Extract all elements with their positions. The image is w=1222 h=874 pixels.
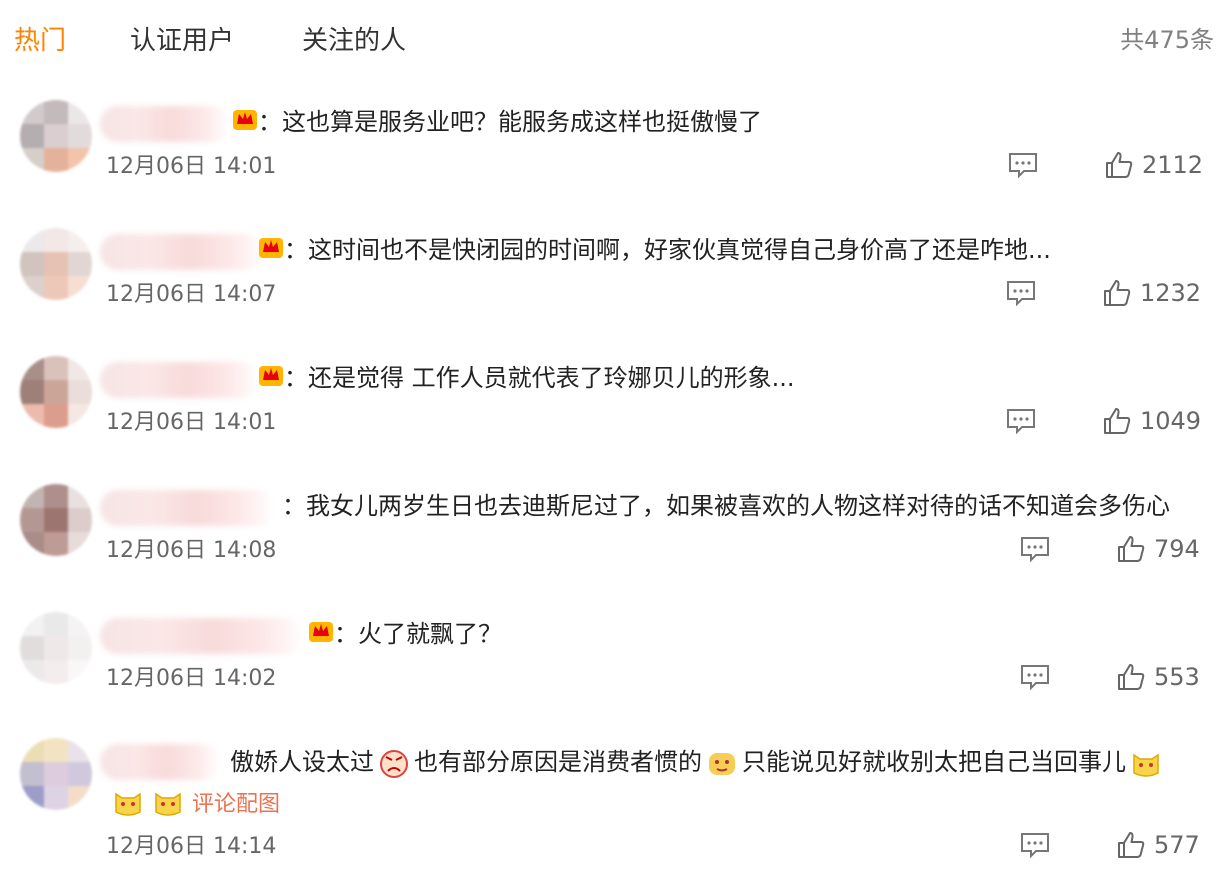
tab-hot[interactable]: 热门: [14, 20, 66, 57]
comment-text: ：还是觉得 工作人员就代表了玲娜贝儿的形象...: [284, 364, 795, 392]
like-count: 577: [1154, 831, 1200, 859]
comment-icon[interactable]: [1020, 536, 1050, 562]
comment-time: 12月06日 14:07: [106, 282, 277, 307]
comment-icon[interactable]: [1006, 408, 1036, 434]
tab-verified-users[interactable]: 认证用户: [130, 20, 234, 57]
comment-time: 12月06日 14:01: [106, 410, 277, 435]
cat-emoji-icon: [1133, 753, 1159, 777]
comment-text: ：我女儿两岁生日也去迪斯尼过了，如果被喜欢的人物这样对待的话不知道会多伤心: [282, 492, 1170, 520]
thumbs-up-icon: [1118, 536, 1145, 562]
avatar[interactable]: [20, 100, 92, 172]
like-button[interactable]: 577: [1116, 830, 1200, 860]
like-button[interactable]: 1232: [1102, 278, 1201, 308]
view-comment-image-link[interactable]: 评论配图: [192, 792, 280, 817]
like-button[interactable]: 1049: [1102, 406, 1201, 436]
comment-text-part: 傲娇人设太过: [230, 748, 374, 776]
username[interactable]: [100, 234, 265, 270]
thumbs-up-icon: [1104, 280, 1131, 306]
avatar[interactable]: [20, 484, 92, 556]
thumbs-up-icon: [1118, 832, 1145, 858]
crown-badge-icon: [309, 622, 333, 642]
avatar[interactable]: [20, 356, 92, 428]
comment-icon[interactable]: [1008, 152, 1038, 178]
username[interactable]: [100, 618, 305, 654]
like-button[interactable]: 2112: [1104, 150, 1203, 180]
like-count: 1049: [1140, 407, 1202, 435]
tab-following[interactable]: 关注的人: [302, 20, 406, 57]
comment-text-part: 也有部分原因是消费者惯的: [414, 748, 702, 776]
comment-icon[interactable]: [1020, 664, 1050, 690]
doge-emoji-icon: [709, 753, 735, 775]
comment-total-count: 共475条: [1120, 26, 1214, 54]
like-count: 553: [1154, 663, 1200, 691]
like-count: 2112: [1142, 151, 1204, 179]
comment-time: 12月06日 14:01: [106, 154, 277, 179]
comment-icon[interactable]: [1006, 280, 1036, 306]
comment-text: ：这也算是服务业吧？能服务成这样也挺傲慢了: [258, 108, 762, 136]
like-button[interactable]: 553: [1116, 662, 1200, 692]
comment-time: 12月06日 14:02: [106, 666, 277, 691]
avatar[interactable]: [20, 738, 92, 810]
comment-text-continuation: 评论配图: [108, 786, 280, 818]
comment-time: 12月06日 14:08: [106, 538, 277, 563]
crown-badge-icon: [259, 238, 283, 258]
comment-text: 傲娇人设太过 也有部分原因是消费者惯的 只能说见好就收别太把自己当回事儿: [230, 742, 1166, 779]
comment-filter-tabs: 热门 认证用户 关注的人 共475条: [0, 0, 1222, 70]
angry-face-emoji-icon: [380, 750, 408, 778]
avatar[interactable]: [20, 612, 92, 684]
cat-emoji-icon: [155, 792, 181, 816]
like-count: 1232: [1140, 279, 1202, 307]
username[interactable]: [100, 106, 230, 142]
like-button[interactable]: 794: [1116, 534, 1200, 564]
thumbs-up-icon: [1118, 664, 1145, 690]
comment-time: 12月06日 14:14: [106, 834, 277, 859]
username[interactable]: [100, 490, 275, 526]
crown-badge-icon: [233, 110, 257, 130]
thumbs-up-icon: [1104, 408, 1131, 434]
comment-text-part: 只能说见好就收别太把自己当回事儿: [742, 748, 1126, 776]
comment-text: ：这时间也不是快闭园的时间啊，好家伙真觉得自己身价高了还是咋地...: [284, 236, 1051, 264]
avatar[interactable]: [20, 228, 92, 300]
comment-text: ：火了就飘了？: [334, 620, 502, 648]
like-count: 794: [1154, 535, 1200, 563]
thumbs-up-icon: [1106, 152, 1133, 178]
comment-icon[interactable]: [1020, 832, 1050, 858]
username[interactable]: [100, 362, 260, 398]
crown-badge-icon: [259, 366, 283, 386]
username[interactable]: [100, 744, 220, 780]
cat-emoji-icon: [115, 792, 141, 816]
